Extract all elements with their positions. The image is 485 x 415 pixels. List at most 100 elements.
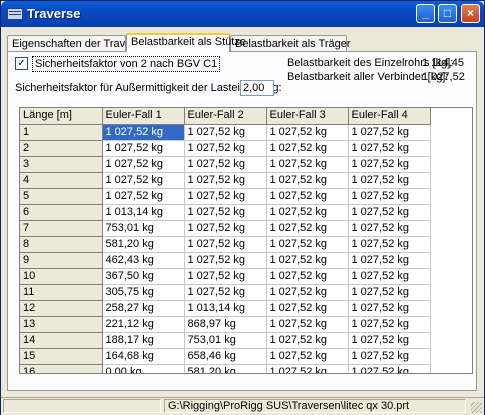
table-cell[interactable]: 1 027,52 kg — [266, 268, 349, 285]
table-cell[interactable]: 1 027,52 kg — [266, 252, 349, 269]
row-header[interactable]: 9 — [20, 252, 103, 269]
table-cell[interactable]: 1 027,52 kg — [102, 124, 185, 141]
table-cell[interactable]: 1 027,52 kg — [184, 268, 267, 285]
table-cell[interactable]: 1 027,52 kg — [266, 300, 349, 317]
table-row[interactable]: 61 013,14 kg 1 027,52 kg 1 027,52 kg 1 027,… — [20, 204, 431, 221]
maximize-button[interactable]: □ — [438, 4, 457, 23]
row-header[interactable]: 8 — [20, 236, 103, 253]
table-cell[interactable]: 1 027,52 kg — [266, 188, 349, 205]
col-header-euler-2[interactable]: Euler-Fall 2 — [184, 108, 267, 125]
table-cell[interactable]: 1 027,52 kg — [348, 300, 431, 317]
table-row[interactable]: 11 305,75 kg 1 027,52 kg 1 027,52 kg 1 027,5… — [20, 284, 431, 301]
table-row[interactable]: 13 221,12 kg 868,97 kg 1 027,52 kg 1 027,52 … — [20, 316, 431, 333]
table-cell[interactable]: 1 027,52 kg — [184, 236, 267, 253]
row-header[interactable]: 10 — [20, 268, 103, 285]
table-cell[interactable]: 1 027,52 kg — [184, 188, 267, 205]
row-header[interactable]: 4 — [20, 172, 103, 189]
table-cell[interactable]: 1 027,52 kg — [348, 124, 431, 141]
tab-traeger[interactable]: Belastbarkeit als Träger — [230, 35, 351, 51]
table-cell[interactable]: 305,75 kg — [102, 284, 185, 301]
table-cell[interactable]: 258,27 kg — [102, 300, 185, 317]
table-cell[interactable]: 1 027,52 kg — [266, 172, 349, 189]
table-row[interactable]: 51 027,52 kg 1 027,52 kg 1 027,52 kg 1 027,… — [20, 188, 431, 205]
table-cell[interactable]: 1 027,52 kg — [266, 332, 349, 349]
table-cell[interactable]: 1 027,52 kg — [266, 220, 349, 237]
table-row[interactable]: 14 188,17 kg 753,01 kg 1 027,52 kg 1 027,52 … — [20, 332, 431, 349]
row-header[interactable]: 3 — [20, 156, 103, 173]
table-cell[interactable]: 1 027,52 kg — [184, 284, 267, 301]
safety-factor-checkbox[interactable]: ✓ — [15, 57, 28, 70]
minimize-button[interactable]: _ — [416, 4, 435, 23]
table-cell[interactable]: 1 027,52 kg — [348, 220, 431, 237]
table-cell[interactable]: 1 013,14 kg — [184, 300, 267, 317]
safety-factor-label[interactable]: Sicherheitsfaktor von 2 nach BGV C1 — [32, 56, 221, 72]
col-header-length[interactable]: Länge [m] — [20, 108, 103, 125]
row-header[interactable]: 1 — [20, 124, 103, 141]
table-cell[interactable]: 1 027,52 kg — [348, 332, 431, 349]
table-cell[interactable]: 1 027,52 kg — [266, 236, 349, 253]
table-cell[interactable]: 1 027,52 kg — [348, 236, 431, 253]
table-row[interactable]: 9 462,43 kg 1 027,52 kg 1 027,52 kg 1 027,52… — [20, 252, 431, 269]
table-cell[interactable]: 658,46 kg — [184, 348, 267, 365]
table-cell[interactable]: 1 027,52 kg — [266, 140, 349, 157]
table-row[interactable]: 12 258,27 kg 1 013,14 kg 1 027,52 kg 1 027,5… — [20, 300, 431, 317]
table-cell[interactable]: 1 027,52 kg — [266, 348, 349, 365]
resize-grip-icon[interactable] — [471, 402, 482, 413]
col-header-euler-1[interactable]: Euler-Fall 1 — [102, 108, 185, 125]
table-cell[interactable]: 367,50 kg — [102, 268, 185, 285]
table-cell[interactable]: 1 027,52 kg — [348, 252, 431, 269]
window-icon[interactable] — [7, 8, 23, 20]
table-cell[interactable]: 1 027,52 kg — [266, 284, 349, 301]
eccentricity-input[interactable]: 2,00 — [240, 80, 274, 96]
table-cell[interactable]: 1 027,52 kg — [266, 156, 349, 173]
table-cell[interactable]: 0,00 kg — [102, 364, 185, 373]
col-header-euler-4[interactable]: Euler-Fall 4 — [348, 108, 431, 125]
table-row[interactable]: 21 027,52 kg 1 027,52 kg 1 027,52 kg 1 027,… — [20, 140, 431, 157]
table-cell[interactable]: 1 027,52 kg — [102, 140, 185, 157]
table-cell[interactable]: 1 027,52 kg — [184, 204, 267, 221]
table-row[interactable]: 11 027,52 kg 1 027,52 kg 1 027,52 kg 1 027,… — [20, 124, 431, 141]
row-header[interactable]: 5 — [20, 188, 103, 205]
table-cell[interactable]: 581,20 kg — [184, 364, 267, 373]
row-header[interactable]: 7 — [20, 220, 103, 237]
table-cell[interactable]: 1 027,52 kg — [184, 252, 267, 269]
table-cell[interactable]: 462,43 kg — [102, 252, 185, 269]
table-cell[interactable]: 1 027,52 kg — [348, 348, 431, 365]
table-cell[interactable]: 1 027,52 kg — [266, 316, 349, 333]
row-header[interactable]: 2 — [20, 140, 103, 157]
table-cell[interactable]: 1 027,52 kg — [348, 140, 431, 157]
title-bar[interactable]: Traverse _ □ × — [1, 1, 484, 27]
table-row[interactable]: 7 753,01 kg 1 027,52 kg 1 027,52 kg 1 027,52… — [20, 220, 431, 237]
table-cell[interactable]: 1 027,52 kg — [348, 156, 431, 173]
row-header[interactable]: 15 — [20, 348, 103, 365]
table-cell[interactable]: 581,20 kg — [102, 236, 185, 253]
table-cell[interactable]: 1 027,52 kg — [348, 284, 431, 301]
table-cell[interactable]: 1 027,52 kg — [184, 124, 267, 141]
table-cell[interactable]: 1 027,52 kg — [184, 172, 267, 189]
table-row[interactable]: 41 027,52 kg 1 027,52 kg 1 027,52 kg 1 027,… — [20, 172, 431, 189]
tab-eigenschaften[interactable]: Eigenschaften der Traverse — [7, 35, 147, 51]
table-cell[interactable]: 1 027,52 kg — [348, 316, 431, 333]
table-cell[interactable]: 1 027,52 kg — [348, 268, 431, 285]
table-cell[interactable]: 1 027,52 kg — [348, 172, 431, 189]
table-cell[interactable]: 1 027,52 kg — [102, 156, 185, 173]
table-cell[interactable]: 1 027,52 kg — [266, 364, 349, 373]
table-cell[interactable]: 1 027,52 kg — [266, 124, 349, 141]
table-cell[interactable]: 1 027,52 kg — [348, 364, 431, 373]
table-cell[interactable]: 1 027,52 kg — [102, 188, 185, 205]
table-cell[interactable]: 753,01 kg — [184, 332, 267, 349]
table-row[interactable]: 15 164,68 kg 658,46 kg 1 027,52 kg 1 027,52 … — [20, 348, 431, 365]
row-header[interactable]: 14 — [20, 332, 103, 349]
table-cell[interactable]: 753,01 kg — [102, 220, 185, 237]
table-row[interactable]: 31 027,52 kg 1 027,52 kg 1 027,52 kg 1 027,… — [20, 156, 431, 173]
row-header[interactable]: 12 — [20, 300, 103, 317]
row-header[interactable]: 16 — [20, 364, 103, 373]
table-row[interactable]: 8 581,20 kg 1 027,52 kg 1 027,52 kg 1 027,52… — [20, 236, 431, 253]
table-row[interactable]: 16 0,00 kg 581,20 kg 1 027,52 kg 1 027,52 kg — [20, 364, 431, 373]
table-cell[interactable]: 188,17 kg — [102, 332, 185, 349]
table-cell[interactable]: 1 027,52 kg — [102, 172, 185, 189]
col-header-euler-3[interactable]: Euler-Fall 3 — [266, 108, 349, 125]
table-cell[interactable]: 868,97 kg — [184, 316, 267, 333]
table-cell[interactable]: 1 027,52 kg — [184, 220, 267, 237]
table-cell[interactable]: 1 027,52 kg — [348, 188, 431, 205]
